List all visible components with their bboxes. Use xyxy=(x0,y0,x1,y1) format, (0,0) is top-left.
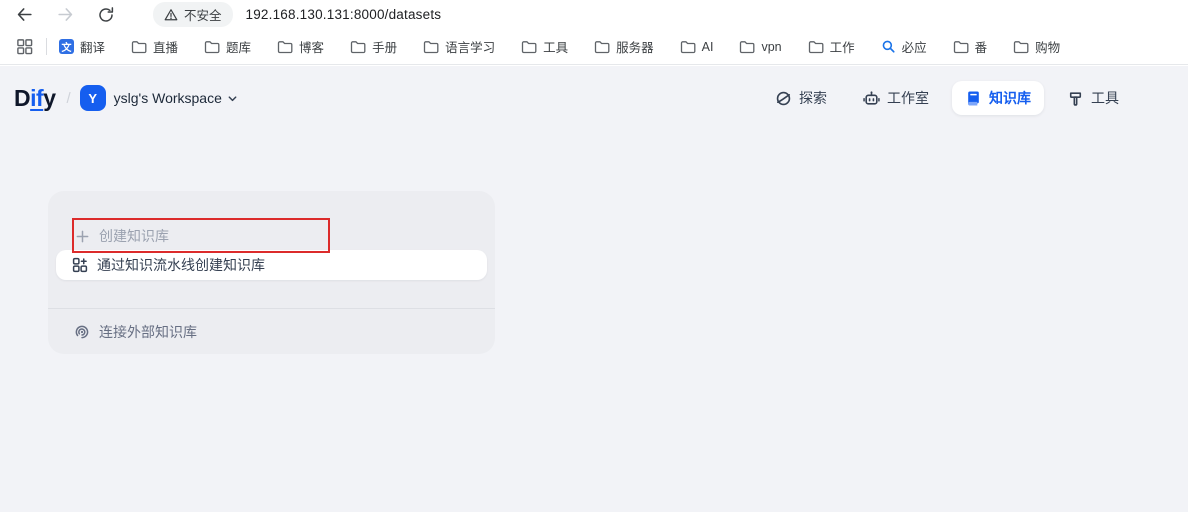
bookmark-label: 番 xyxy=(975,37,988,56)
bookmark-folder[interactable]: 服务器 xyxy=(594,37,654,56)
folder-icon xyxy=(204,40,220,54)
nav-item-tools[interactable]: 工具 xyxy=(1054,81,1132,115)
folder-icon xyxy=(350,40,366,54)
folder-icon xyxy=(131,40,147,54)
create-from-pipeline-button[interactable]: 通过知识流水线创建知识库 xyxy=(56,250,487,280)
bookmark-label: 题库 xyxy=(226,37,251,56)
bookmark-label: 购物 xyxy=(1035,37,1060,56)
security-chip-label: 不安全 xyxy=(184,5,222,24)
dify-logo[interactable]: Dify xyxy=(14,85,55,112)
bookmark-translate[interactable]: 文 翻译 xyxy=(59,37,105,56)
bookmark-label: AI xyxy=(702,40,714,54)
app-header: Dify / Y yslg's Workspace 探索 工作室 知识库 工具 xyxy=(0,78,1188,118)
bookmark-label: 手册 xyxy=(372,37,397,56)
back-arrow-icon xyxy=(15,5,34,24)
bookmark-folder[interactable]: 直播 xyxy=(131,37,178,56)
workspace-avatar[interactable]: Y xyxy=(80,85,106,111)
create-knowledge-label: 创建知识库 xyxy=(99,226,169,246)
dify-page: Dify / Y yslg's Workspace 探索 工作室 知识库 工具 xyxy=(0,66,1188,512)
warning-triangle-icon xyxy=(164,8,178,22)
folder-icon xyxy=(680,40,696,54)
bookmark-label: 工作 xyxy=(830,37,855,56)
bookmark-label: 必应 xyxy=(902,37,927,56)
bookmark-folder[interactable]: 手册 xyxy=(350,37,397,56)
folder-icon xyxy=(594,40,610,54)
folder-icon xyxy=(1013,40,1029,54)
create-knowledge-button[interactable]: 创建知识库 xyxy=(75,226,169,246)
bookmarks-bar: 文 翻译 直播 题库 博客 手册 语言学习 工具 服务器 AI vpn 工作 xyxy=(0,29,1188,65)
explore-icon xyxy=(775,90,792,107)
bookmark-folder[interactable]: 博客 xyxy=(277,37,324,56)
plus-icon xyxy=(75,229,90,244)
bookmark-folder[interactable]: 番 xyxy=(953,37,988,56)
nav-item-studio[interactable]: 工作室 xyxy=(850,81,942,115)
bookmark-bing[interactable]: 必应 xyxy=(881,37,927,56)
bookmark-label: 翻译 xyxy=(80,37,105,56)
chevron-down-icon[interactable] xyxy=(227,93,238,104)
apps-grid-button[interactable] xyxy=(12,35,36,59)
bookmark-label: 语言学习 xyxy=(445,37,495,56)
bookmark-folder[interactable]: 语言学习 xyxy=(423,37,495,56)
main-nav: 探索 工作室 知识库 工具 xyxy=(762,81,1132,115)
bookmark-label: 博客 xyxy=(299,37,324,56)
nav-label: 工作室 xyxy=(887,88,929,108)
url-bar[interactable]: 192.168.130.131:8000/datasets xyxy=(246,7,442,22)
logo-letters-if: if xyxy=(30,85,43,111)
bookmarks-divider xyxy=(46,38,47,55)
studio-icon xyxy=(863,90,880,107)
apps-grid-icon xyxy=(16,38,33,55)
folder-icon xyxy=(953,40,969,54)
create-knowledge-menu: 创建知识库 通过知识流水线创建知识库 连接外部知识库 xyxy=(48,191,495,354)
bookmark-folder[interactable]: 题库 xyxy=(204,37,251,56)
breadcrumb-separator: / xyxy=(66,90,70,107)
connect-external-knowledge-button[interactable]: 连接外部知识库 xyxy=(74,322,197,342)
create-from-pipeline-label: 通过知识流水线创建知识库 xyxy=(97,255,265,275)
folder-icon xyxy=(423,40,439,54)
search-icon xyxy=(881,39,896,54)
logo-letter: y xyxy=(43,85,55,111)
forward-button[interactable] xyxy=(53,3,77,27)
knowledge-icon xyxy=(965,90,982,107)
nav-item-knowledge[interactable]: 知识库 xyxy=(952,81,1044,115)
folder-icon xyxy=(277,40,293,54)
folder-icon xyxy=(521,40,537,54)
connect-external-knowledge-label: 连接外部知识库 xyxy=(99,322,197,342)
bookmark-label: 直播 xyxy=(153,37,178,56)
bookmark-folder[interactable]: AI xyxy=(680,40,714,54)
tools-icon xyxy=(1067,90,1084,107)
reload-button[interactable] xyxy=(94,3,118,27)
forward-arrow-icon xyxy=(56,5,75,24)
site-security-chip[interactable]: 不安全 xyxy=(153,2,233,27)
external-knowledge-icon xyxy=(74,324,90,340)
bookmark-label: 工具 xyxy=(543,37,568,56)
workspace-name[interactable]: yslg's Workspace xyxy=(114,90,222,106)
bookmark-folder[interactable]: 工作 xyxy=(808,37,855,56)
nav-item-explore[interactable]: 探索 xyxy=(762,81,840,115)
bookmark-folder[interactable]: vpn xyxy=(739,40,781,54)
back-button[interactable] xyxy=(12,3,36,27)
pipeline-icon xyxy=(72,257,88,273)
translate-icon: 文 xyxy=(59,39,74,54)
nav-label: 知识库 xyxy=(989,88,1031,108)
folder-icon xyxy=(739,40,755,54)
nav-label: 探索 xyxy=(799,88,827,108)
bookmark-folder[interactable]: 购物 xyxy=(1013,37,1060,56)
bookmark-label: vpn xyxy=(761,40,781,54)
nav-label: 工具 xyxy=(1091,88,1119,108)
bookmark-folder[interactable]: 工具 xyxy=(521,37,568,56)
reload-icon xyxy=(97,6,115,24)
folder-icon xyxy=(808,40,824,54)
bookmark-label: 服务器 xyxy=(616,37,654,56)
menu-divider xyxy=(48,308,495,309)
logo-letter: D xyxy=(14,85,30,111)
browser-toolbar: 不安全 192.168.130.131:8000/datasets xyxy=(0,0,1188,29)
